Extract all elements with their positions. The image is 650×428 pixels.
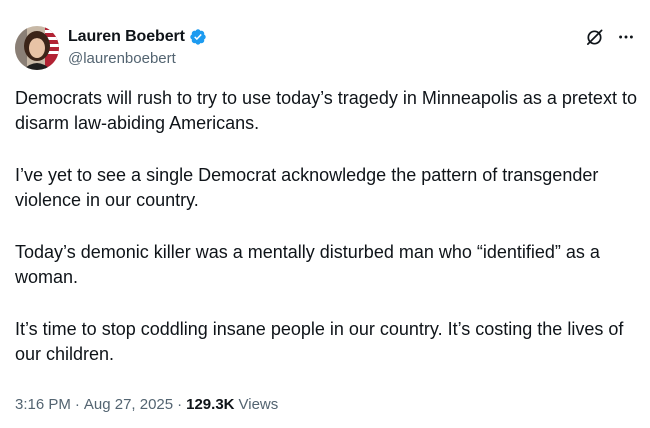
tweet-paragraph: It’s time to stop coddling insane people… <box>15 319 629 364</box>
display-name-row: Lauren Boebert <box>68 27 207 47</box>
timestamp-time[interactable]: 3:16 PM <box>15 396 71 413</box>
tweet-paragraph: I’ve yet to see a single Democrat acknow… <box>15 165 604 210</box>
verified-badge-icon <box>189 28 207 46</box>
display-name[interactable]: Lauren Boebert <box>68 28 185 46</box>
meta-separator: · <box>177 396 183 413</box>
handle[interactable]: @laurenboebert <box>68 50 207 67</box>
tweet-card: Lauren Boebert @laurenboebert Democrats … <box>0 0 650 428</box>
views-label: Views <box>238 396 279 413</box>
grok-icon[interactable] <box>584 27 604 47</box>
more-options-icon[interactable] <box>616 27 636 47</box>
author-block: Lauren Boebert @laurenboebert <box>68 27 207 67</box>
meta-separator: · <box>74 396 80 413</box>
timestamp-date[interactable]: Aug 27, 2025 <box>84 396 173 413</box>
top-actions <box>584 27 636 47</box>
tweet-paragraph: Today’s demonic killer was a mentally di… <box>15 242 605 287</box>
views-count: 129.3K <box>186 396 235 413</box>
tweet-text: Democrats will rush to try to use today’… <box>15 86 637 367</box>
tweet-meta: 3:16 PM · Aug 27, 2025 · 129.3K Views <box>15 396 278 413</box>
avatar[interactable] <box>15 26 59 70</box>
tweet-paragraph: Democrats will rush to try to use today’… <box>15 88 642 133</box>
